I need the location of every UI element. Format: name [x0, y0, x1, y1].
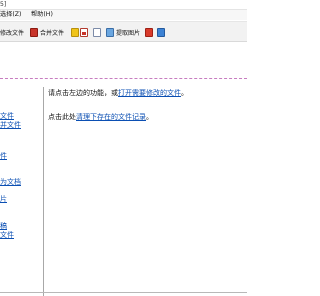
left-function-panel: 文件 并文件 件 为文档 片 稿 文件 [0, 87, 44, 296]
title-bar: 5] [0, 0, 247, 10]
edit-file-label: 修改文件 [0, 29, 25, 37]
edit-file-button[interactable]: 修改文件 [0, 26, 24, 38]
left-link-image[interactable]: 片 [0, 195, 7, 204]
menu-item-help[interactable]: 帮助(H) [31, 10, 53, 20]
menu-bar: 选择(Z) 帮助(H) [0, 10, 247, 20]
toolbar: 修改文件 合并文件 提取图片 [0, 21, 247, 42]
image-tool-button[interactable] [145, 26, 155, 38]
app-window: 5] 选择(Z) 帮助(H) 修改文件 合并文件 提取图片 文件 并文件 件 为… [0, 0, 247, 296]
bottom-divider [0, 292, 247, 293]
pdf-tool-button[interactable] [80, 26, 90, 38]
instruction-end: 。 [181, 89, 188, 97]
left-link-item[interactable]: 件 [0, 152, 7, 161]
instruction-text: 请点击左边的功能，或 [48, 89, 118, 97]
merge-files-icon [30, 27, 38, 37]
window-title: 5] [0, 1, 7, 8]
document-tool-button[interactable] [93, 26, 103, 38]
yellow-bar-icon [71, 27, 79, 37]
document-icon [93, 27, 101, 37]
blue-document-icon [157, 27, 165, 37]
left-link-file-2[interactable]: 文件 [0, 231, 14, 240]
merge-files-label: 合并文件 [40, 29, 65, 37]
extract-images-icon [106, 27, 114, 37]
left-link-file[interactable]: 文件 [0, 112, 14, 121]
left-link-to-document[interactable]: 为文档 [0, 178, 21, 187]
image-icon [145, 27, 153, 37]
blue-document-tool-button[interactable] [157, 26, 167, 38]
pdf-icon [80, 27, 88, 37]
clear-instruction-text: 点击此处 [48, 113, 76, 121]
extract-images-button[interactable]: 提取图片 [106, 26, 140, 38]
merge-files-button[interactable]: 合并文件 [30, 26, 64, 38]
open-file-link[interactable]: 打开需要修改的文件 [118, 89, 181, 97]
instruction-line-open: 请点击左边的功能，或打开需要修改的文件。 [48, 88, 188, 98]
left-link-draft[interactable]: 稿 [0, 222, 7, 231]
clear-instruction-end: 。 [146, 113, 153, 121]
left-link-merge-file[interactable]: 并文件 [0, 121, 21, 130]
dashed-divider [0, 78, 247, 79]
clear-file-records-link[interactable]: 清理下存在的文件记录 [76, 113, 146, 121]
extract-images-label: 提取图片 [116, 29, 141, 37]
menu-item-select[interactable]: 选择(Z) [0, 10, 21, 20]
instruction-line-clear: 点击此处清理下存在的文件记录。 [48, 112, 153, 122]
